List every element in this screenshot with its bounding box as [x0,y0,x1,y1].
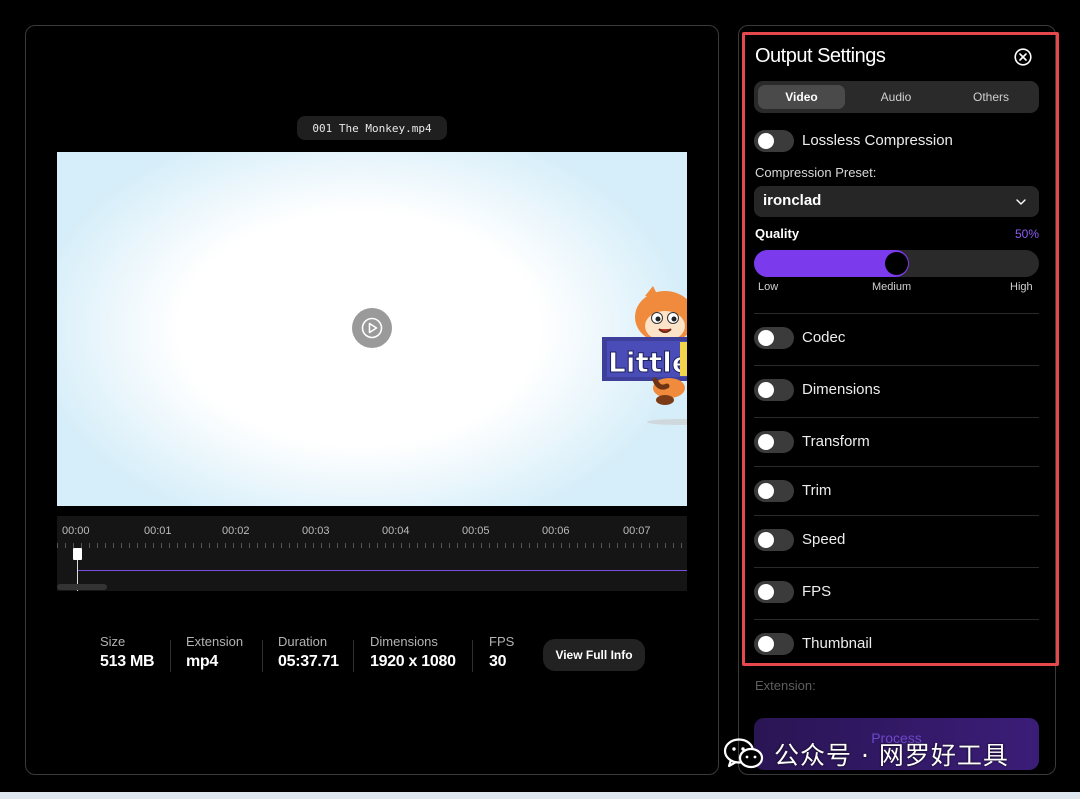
tab-audio[interactable]: Audio [852,85,940,109]
section-divider [754,417,1039,418]
info-fps: FPS 30 [489,634,514,671]
size-label: Size [100,634,126,649]
chevron-down-icon [1016,199,1026,205]
trim-toggle[interactable] [754,480,794,502]
play-icon [361,317,383,339]
duration-label: Duration [278,634,328,649]
info-divider [353,640,354,672]
quality-high-label: High [1010,281,1033,293]
timeline-tick: 00:05 [462,525,490,537]
timeline-tick: 00:00 [62,525,90,537]
dimensions-toggle[interactable] [754,379,794,401]
quality-slider[interactable] [754,250,1039,277]
extension-label: Extension [186,634,244,649]
timeline-tick: 00:03 [302,525,330,537]
fps-value: 30 [489,653,507,670]
cartoon-logo-image: Little [597,282,687,427]
close-icon[interactable] [1014,48,1032,66]
info-divider [472,640,473,672]
toggle-knob [758,382,774,398]
toggle-knob [758,584,774,600]
tab-others[interactable]: Others [947,85,1035,109]
logo-text: Little [608,346,687,379]
lossless-compression-toggle[interactable] [754,130,794,152]
toggle-knob [758,133,774,149]
file-name-pill: 001 The Monkey.mp4 [297,116,447,140]
info-extension: Extension mp4 [186,634,243,671]
settings-tabs: Video Audio Others [754,81,1039,113]
quality-value: 50% [1015,227,1040,241]
wechat-icon [723,738,764,769]
timeline-tick: 00:01 [144,525,172,537]
window-bottom-edge [0,792,1080,799]
output-extension-label: Extension: [755,678,816,693]
compression-preset-select[interactable]: ironclad [754,186,1039,217]
play-button[interactable] [352,308,392,348]
toggle-knob [758,636,774,652]
section-divider [754,313,1039,314]
dimensions-label: Dimensions [370,634,438,649]
quality-medium-label: Medium [872,281,912,293]
section-divider [754,515,1039,516]
dimensions-value: 1920 x 1080 [370,653,456,670]
timeline-tick: 00:04 [382,525,410,537]
size-value: 513 MB [100,653,155,670]
timeline-ruler [57,543,687,548]
quality-slider-thumb[interactable] [885,252,908,275]
transform-toggle[interactable] [754,431,794,453]
section-divider [754,365,1039,366]
codec-toggle[interactable] [754,327,794,349]
timeline-scrollbar[interactable] [57,584,107,590]
section-divider [754,619,1039,620]
panel-title: Output Settings [755,45,886,67]
fps-label: FPS [489,634,515,649]
tab-video[interactable]: Video [758,85,845,109]
duration-value: 05:37.71 [278,653,339,670]
compression-preset-label: Compression Preset: [755,165,877,180]
timeline[interactable]: 00:00 00:01 00:02 00:03 00:04 00:05 00:0… [57,516,687,591]
toggle-knob [758,330,774,346]
view-full-info-button[interactable]: View Full Info [543,639,645,671]
timeline-tick: 00:07 [623,525,651,537]
watermark: 公众号 · 网罗好工具 [722,733,1009,775]
codec-label: Codec [802,329,846,346]
info-divider [262,640,263,672]
toggle-knob [758,532,774,548]
transform-label: Transform [802,433,870,450]
section-divider [754,567,1039,568]
fps-toggle[interactable] [754,581,794,603]
extension-value: mp4 [186,653,218,670]
thumbnail-toggle[interactable] [754,633,794,655]
timeline-tick: 00:02 [222,525,250,537]
lossless-compression-label: Lossless Compression [802,132,953,149]
watermark-text: 公众号 · 网罗好工具 [774,741,1009,770]
toggle-knob [758,483,774,499]
trim-label: Trim [802,482,832,499]
dimensions-label: Dimensions [802,381,881,398]
playhead-handle[interactable] [73,548,82,560]
info-dimensions: Dimensions 1920 x 1080 [370,634,456,671]
fps-label-setting: FPS [802,583,832,600]
timeline-track[interactable] [77,570,687,571]
speed-toggle[interactable] [754,529,794,551]
info-size: Size 513 MB [100,634,155,671]
toggle-knob [758,434,774,450]
quality-low-label: Low [758,281,779,293]
quality-label: Quality [755,226,800,241]
compression-preset-value: ironclad [763,192,822,209]
speed-label: Speed [802,531,846,548]
thumbnail-label: Thumbnail [802,635,873,652]
timeline-tick: 00:06 [542,525,570,537]
info-divider [170,640,171,672]
highlight-frame [742,32,1059,666]
info-duration: Duration 05:37.71 [278,634,339,671]
section-divider [754,466,1039,467]
